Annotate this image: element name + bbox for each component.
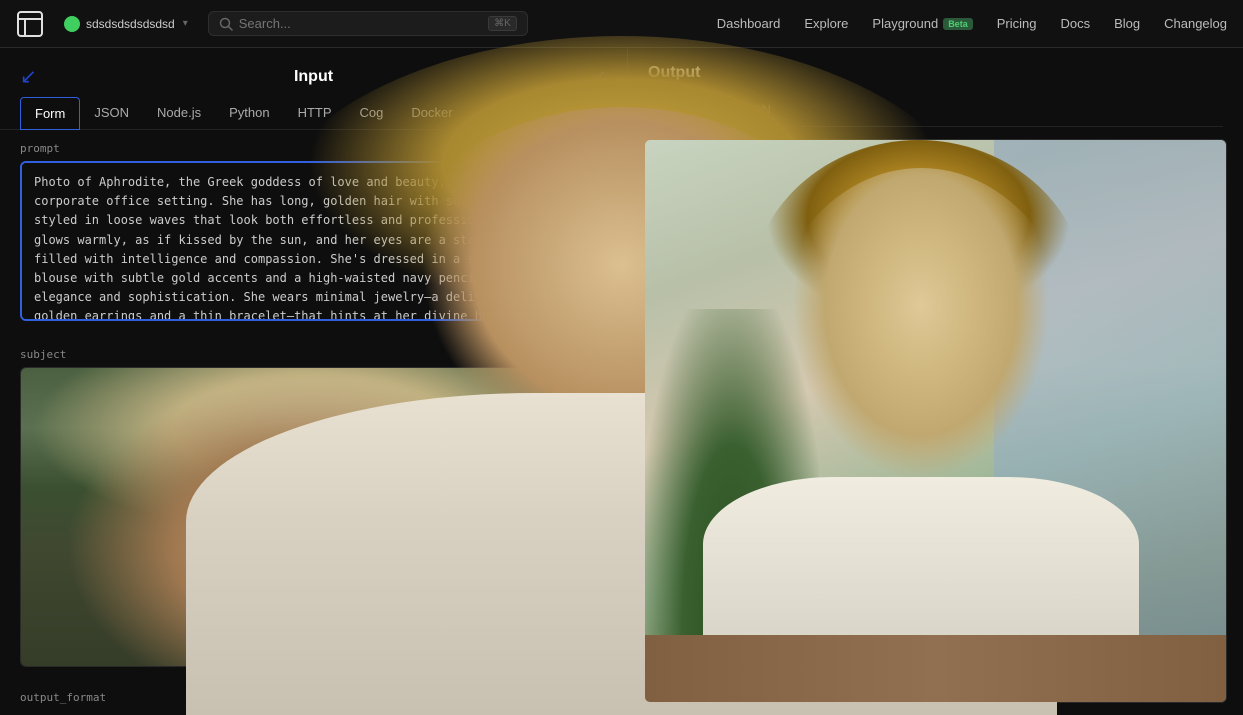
tab-form[interactable]: Form [20,97,80,130]
photo-body-layer [186,393,607,667]
brand-dot-icon [64,16,80,32]
subject-field-section: subject [0,336,627,679]
search-input[interactable] [239,16,482,31]
beta-badge: Beta [943,18,973,30]
search-icon [219,17,233,31]
main-layout: ↙ Input ↙ Form JSON Node.js Python HTTP … [0,48,1243,715]
subject-image-container[interactable] [20,367,607,667]
brand-name-label: sdsdsdsdsdsdsd [86,17,175,31]
search-shortcut-badge: ⌘K [488,16,517,31]
app-logo-icon [16,10,44,38]
output-panel: Output Preview JSON [628,48,1243,715]
arrow-left-decoration: ↙ [20,64,37,89]
input-panel: ↙ Input ↙ Form JSON Node.js Python HTTP … [0,48,628,715]
tab-json[interactable]: JSON [80,97,143,130]
nav-changelog[interactable]: Changelog [1164,16,1227,31]
subject-photo-preview [21,368,606,666]
output-image-container [644,139,1227,703]
out-desk-layer [645,635,1226,702]
logo-area [16,10,44,38]
nav-pricing[interactable]: Pricing [997,16,1037,31]
output-photo-preview [645,140,1226,702]
nav-explore[interactable]: Explore [804,16,848,31]
output-image-area [628,127,1243,715]
search-bar[interactable]: ⌘K [208,11,528,36]
nav-playground[interactable]: Playground Beta [872,16,972,31]
nav-docs[interactable]: Docs [1060,16,1090,31]
brand-area[interactable]: sdsdsdsdsdsdsd ▾ [64,16,188,32]
tab-python[interactable]: Python [215,97,283,130]
nav-dashboard[interactable]: Dashboard [717,16,781,31]
tab-nodejs[interactable]: Node.js [143,97,215,130]
input-panel-title: Input [294,68,333,86]
brand-chevron-icon: ▾ [183,18,188,29]
nav-blog[interactable]: Blog [1114,16,1140,31]
nav-links: Dashboard Explore Playground Beta Pricin… [717,16,1227,31]
